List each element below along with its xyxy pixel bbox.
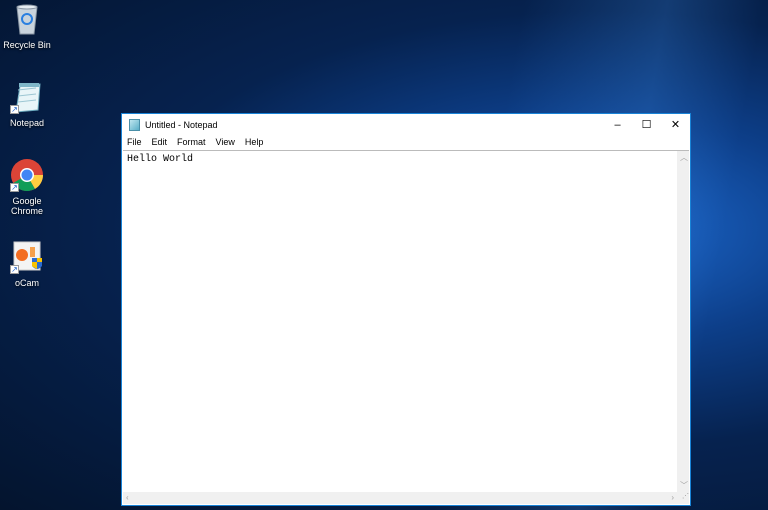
title-bar[interactable]: Untitled - Notepad – ☐ ✕	[122, 114, 690, 135]
horizontal-scrollbar[interactable]: ‹ ›	[123, 492, 677, 504]
menu-view[interactable]: View	[216, 137, 235, 147]
scroll-down-arrow-icon[interactable]: ﹀	[680, 480, 688, 491]
recycle-bin-icon	[10, 2, 44, 36]
text-editor[interactable]: Hello World	[123, 151, 677, 492]
close-button[interactable]: ✕	[661, 114, 690, 135]
desktop-icon-notepad[interactable]: ↗ Notepad	[2, 80, 52, 128]
menu-bar: File Edit Format View Help	[122, 135, 690, 149]
shortcut-arrow-icon: ↗	[10, 265, 19, 274]
notepad-window: Untitled - Notepad – ☐ ✕ File Edit Forma…	[121, 113, 691, 506]
editor-area: Hello World ︿ ﹀ ‹ › ⋰	[123, 150, 689, 504]
maximize-button[interactable]: ☐	[632, 114, 661, 135]
vertical-scrollbar[interactable]: ︿ ﹀	[677, 151, 689, 492]
window-title: Untitled - Notepad	[145, 119, 218, 130]
notepad-icon: ↗	[10, 80, 44, 114]
shortcut-arrow-icon: ↗	[10, 183, 19, 192]
desktop-icon-ocam[interactable]: ↗ oCam	[2, 240, 52, 288]
menu-format[interactable]: Format	[177, 137, 206, 147]
desktop-icon-chrome[interactable]: ↗ Google Chrome	[2, 158, 52, 216]
ocam-icon: ↗	[10, 240, 44, 274]
notepad-app-icon	[129, 118, 140, 131]
desktop-icon-label: Recycle Bin	[3, 40, 51, 50]
desktop-icon-label: Notepad	[9, 118, 45, 128]
scroll-right-arrow-icon[interactable]: ›	[671, 493, 674, 502]
size-grip-icon[interactable]: ⋰	[677, 492, 689, 504]
scroll-left-arrow-icon[interactable]: ‹	[126, 493, 129, 502]
desktop-icon-label: oCam	[14, 278, 39, 288]
chrome-icon: ↗	[10, 158, 44, 192]
menu-edit[interactable]: Edit	[152, 137, 168, 147]
desktop-icon-label: Google Chrome	[10, 196, 43, 216]
desktop-icon-recycle-bin[interactable]: Recycle Bin	[2, 2, 52, 50]
menu-help[interactable]: Help	[245, 137, 264, 147]
menu-file[interactable]: File	[127, 137, 142, 147]
scroll-up-arrow-icon[interactable]: ︿	[680, 152, 688, 163]
shortcut-arrow-icon: ↗	[10, 105, 19, 114]
minimize-button[interactable]: –	[603, 114, 632, 135]
